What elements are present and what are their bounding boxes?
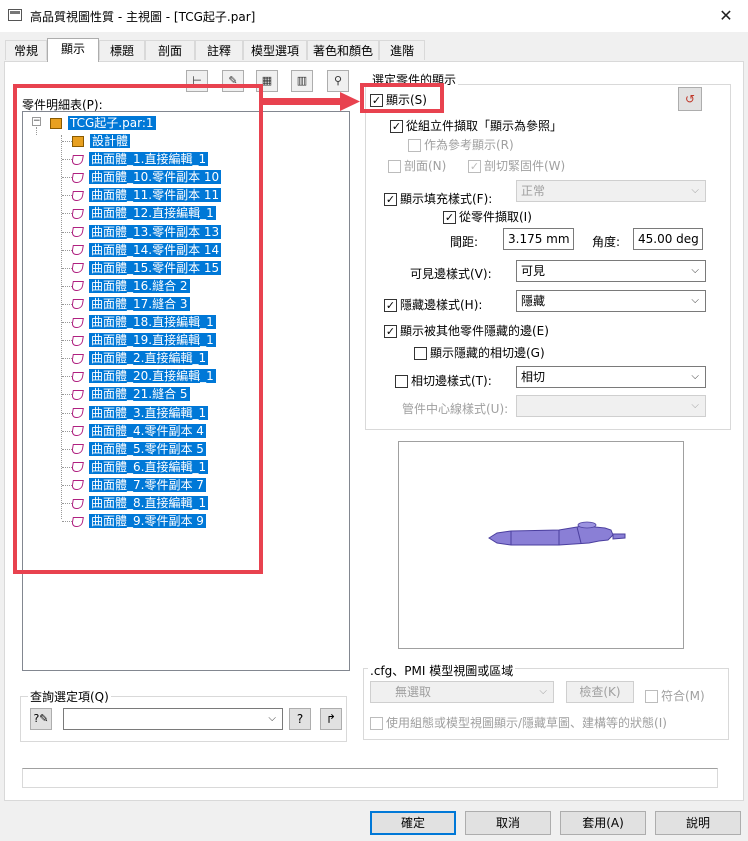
cfg-group-title: .cfg、PMI 模型視圖或區域 xyxy=(368,662,516,679)
query-select[interactable]: ⌵ xyxy=(63,708,283,730)
tab-shading-color[interactable]: 著色和顏色 xyxy=(307,40,379,60)
angle-input[interactable]: 45.00 deg xyxy=(633,228,703,250)
close-button[interactable]: ✕ xyxy=(712,4,740,28)
visible-edge-select[interactable]: 可見 ⌵ xyxy=(516,260,706,282)
query-label: 查詢選定項(Q) xyxy=(28,688,111,705)
title-bar: 高品質視圖性質 - 主視圖 - [TCG起子.par] ✕ xyxy=(0,0,748,32)
columns-icon[interactable]: ▥ xyxy=(291,70,313,92)
cancel-button[interactable]: 取消 xyxy=(465,811,551,835)
tab-advanced[interactable]: 進階 xyxy=(379,40,425,60)
use-config-checkbox[interactable]: 使用組態或模型視圖顯示/隱藏草圖、建構等的狀態(I) xyxy=(370,714,667,731)
tab-model-options[interactable]: 模型選項 xyxy=(243,40,307,60)
query-help-button[interactable]: ? xyxy=(289,708,311,730)
tangent-edge-select[interactable]: 相切 ⌵ xyxy=(516,366,706,388)
visible-edge-label: 可見邊樣式(V): xyxy=(410,267,492,281)
check-button[interactable]: 檢查(K) xyxy=(566,681,634,703)
tab-general[interactable]: 常規 xyxy=(5,40,47,60)
apply-button[interactable]: 套用(A) xyxy=(560,811,646,835)
status-bar xyxy=(22,768,718,788)
from-assembly-checkbox[interactable]: ✓ 從組立件擷取「顯示為參照」 xyxy=(390,117,562,134)
hidden-tangent-checkbox[interactable]: 顯示隱藏的相切邊(G) xyxy=(414,344,545,361)
reset-icon[interactable]: ↺ xyxy=(678,87,702,111)
find-icon[interactable]: ⚲ xyxy=(327,70,349,92)
spacing-label: 間距: xyxy=(450,235,479,249)
hidden-edge-checkbox[interactable]: ✓ 隱藏邊樣式(H): xyxy=(384,296,482,313)
section-checkbox[interactable]: 剖面(N) xyxy=(388,157,446,174)
window-title: 高品質視圖性質 - 主視圖 - [TCG起子.par] xyxy=(30,10,256,24)
screwdriver-model-image xyxy=(488,521,626,546)
section-fasteners-checkbox[interactable]: ✓ 剖切緊固件(W) xyxy=(468,157,565,174)
hidden-by-other-checkbox[interactable]: ✓ 顯示被其他零件隱藏的邊(E) xyxy=(384,322,549,339)
fill-style-checkbox[interactable]: ✓ 顯示填充樣式(F): xyxy=(384,190,492,207)
model-preview xyxy=(398,441,684,649)
red-arrow-icon xyxy=(262,92,360,111)
spacing-input[interactable]: 3.175 mm xyxy=(503,228,574,250)
query-run-icon[interactable]: ↱ xyxy=(320,708,342,730)
hidden-edge-select[interactable]: 隱藏 ⌵ xyxy=(516,290,706,312)
cfg-select[interactable]: 無選取 ⌵ xyxy=(370,681,554,703)
tab-annotation[interactable]: 註釋 xyxy=(195,40,243,60)
match-checkbox[interactable]: 符合(M) xyxy=(645,687,705,704)
from-part-checkbox[interactable]: ✓ 從零件擷取(I) xyxy=(443,208,532,225)
as-reference-checkbox[interactable]: 作為參考顯示(R) xyxy=(408,136,514,153)
tube-centerline-select[interactable]: ⌵ xyxy=(516,395,706,417)
tab-section[interactable]: 剖面 xyxy=(145,40,195,60)
ok-button[interactable]: 確定 xyxy=(370,811,456,835)
fill-style-select[interactable]: 正常 ⌵ xyxy=(516,180,706,202)
highlight-box-show xyxy=(360,83,444,113)
angle-label: 角度: xyxy=(592,235,621,249)
tube-centerline-label: 管件中心線樣式(U): xyxy=(402,402,509,416)
highlight-box-tree xyxy=(13,84,263,574)
tab-title[interactable]: 標題 xyxy=(99,40,145,60)
help-button[interactable]: 說明 xyxy=(655,811,741,835)
app-icon xyxy=(8,9,22,21)
query-new-icon[interactable]: ?✎ xyxy=(30,708,52,730)
tangent-edge-checkbox[interactable]: 相切邊樣式(T): xyxy=(395,372,492,389)
tab-display[interactable]: 顯示 xyxy=(47,38,99,62)
